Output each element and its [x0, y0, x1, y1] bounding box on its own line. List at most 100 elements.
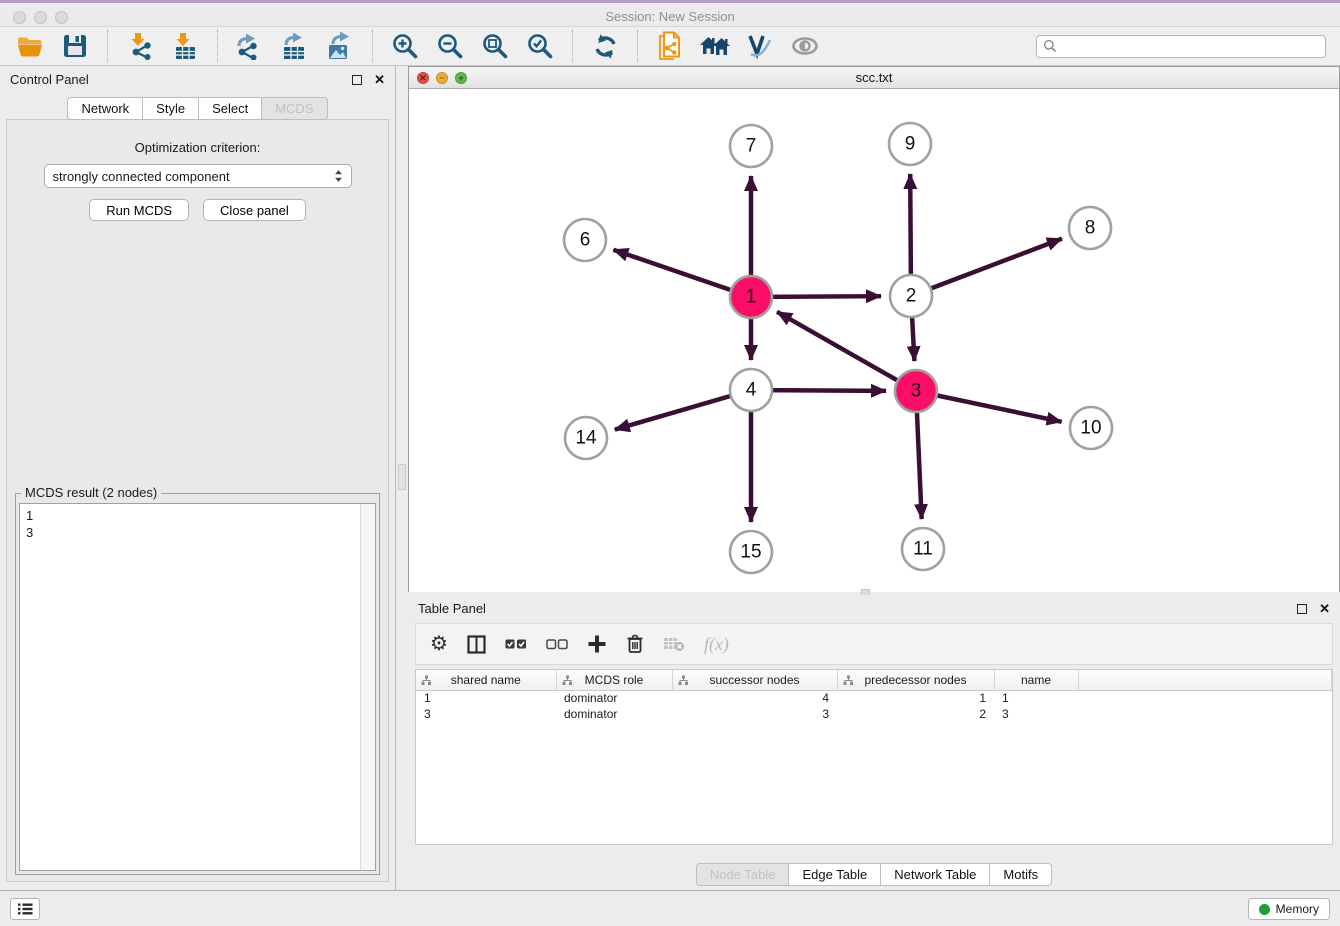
column-header-shared-name[interactable]: shared name	[416, 670, 556, 690]
export-table-icon[interactable]	[277, 30, 313, 62]
float-panel-icon[interactable]	[352, 75, 362, 85]
vertical-splitter[interactable]	[397, 66, 408, 890]
table-cell[interactable]: 1	[837, 690, 994, 706]
export-network-icon[interactable]	[232, 30, 268, 62]
toolbar-separator	[572, 30, 573, 62]
status-bar: Memory	[0, 890, 1340, 926]
column-header-label: MCDS role	[585, 673, 644, 687]
table-tab-motifs[interactable]: Motifs	[990, 863, 1052, 886]
search-input[interactable]	[1061, 39, 1319, 53]
sort-tree-icon	[678, 675, 689, 689]
table-cell[interactable]: 3	[994, 706, 1078, 722]
tab-network[interactable]: Network	[67, 97, 143, 120]
toolbar-separator	[637, 30, 638, 62]
table-header-row: shared name MCDS role successor nodes prede…	[416, 670, 1332, 690]
result-line: 1	[26, 507, 369, 524]
column-header-MCDS-role[interactable]: MCDS role	[556, 670, 672, 690]
control-panel-tabs: NetworkStyleSelectMCDS	[0, 97, 395, 120]
show-hide-icon[interactable]	[787, 30, 823, 62]
mcds-result-area[interactable]: 13	[19, 503, 376, 871]
mcds-panel: Optimization criterion: strongly connect…	[6, 119, 389, 882]
column-header-label: predecessor nodes	[864, 673, 966, 687]
network-graph[interactable]: 7968124314101511	[409, 89, 1339, 592]
table-toolbar: ⚙ f(x)	[415, 623, 1333, 665]
criterion-dropdown-value: strongly connected component	[53, 169, 334, 184]
graph-node-label: 10	[1080, 418, 1101, 439]
table-panel: Table Panel ✕ ⚙ f(x) shared nameMCDS ro	[408, 595, 1340, 890]
open-session-icon[interactable]	[12, 30, 48, 62]
export-image-icon[interactable]	[322, 30, 358, 62]
graph-edge-3-10[interactable]	[916, 391, 1062, 422]
table-tab-edge-table[interactable]: Edge Table	[789, 863, 881, 886]
sort-tree-icon	[562, 675, 573, 689]
vizmapper-icon[interactable]	[742, 30, 778, 62]
table-tabs: Node TableEdge TableNetwork TableMotifs	[408, 863, 1340, 886]
gear-icon[interactable]: ⚙	[430, 629, 448, 659]
network-view-titlebar[interactable]: ✕ − + scc.txt	[409, 67, 1339, 89]
table-row[interactable]: 1dominator411	[416, 690, 1332, 706]
deselect-all-icon[interactable]	[546, 629, 568, 659]
table-tab-node-table[interactable]: Node Table	[696, 863, 790, 886]
column-header-predecessor-nodes[interactable]: predecessor nodes	[837, 670, 994, 690]
control-panel-title: Control Panel	[10, 72, 352, 87]
table-cell[interactable]: 2	[837, 706, 994, 722]
home-icon[interactable]	[697, 30, 733, 62]
table-cell[interactable]: 4	[672, 690, 837, 706]
add-icon[interactable]	[587, 629, 607, 659]
tab-style[interactable]: Style	[143, 97, 199, 120]
zoom-selected-icon[interactable]	[522, 30, 558, 62]
memory-button[interactable]: Memory	[1248, 898, 1330, 920]
graph-node-label: 3	[911, 381, 922, 402]
table-cell[interactable]: 3	[672, 706, 837, 722]
table-cell[interactable]: dominator	[556, 706, 672, 722]
graph-node-label: 4	[746, 380, 757, 401]
window-title: Session: New Session	[0, 9, 1340, 24]
sort-tree-icon	[843, 675, 854, 689]
graph-edge-2-8[interactable]	[911, 239, 1062, 296]
mcds-result-groupbox: MCDS result (2 nodes) 13	[15, 493, 380, 875]
graph-node-label: 15	[740, 542, 761, 563]
network-view-title: scc.txt	[409, 70, 1339, 85]
close-table-panel-icon[interactable]: ✕	[1319, 604, 1330, 614]
table-cell[interactable]: 1	[994, 690, 1078, 706]
graph-node-label: 14	[575, 428, 597, 449]
criterion-dropdown[interactable]: strongly connected component	[44, 164, 352, 188]
close-panel-icon[interactable]: ✕	[374, 75, 385, 85]
run-mcds-button[interactable]: Run MCDS	[89, 199, 189, 221]
close-panel-button[interactable]: Close panel	[203, 199, 306, 221]
table-tab-network-table[interactable]: Network Table	[881, 863, 990, 886]
column-header-successor-nodes[interactable]: successor nodes	[672, 670, 837, 690]
node-table: shared name MCDS role successor nodes prede…	[415, 669, 1333, 845]
new-network-from-selection-icon[interactable]	[652, 30, 688, 62]
result-scrollbar[interactable]	[360, 504, 375, 870]
column-header-name[interactable]: name	[994, 670, 1078, 690]
table-row[interactable]: 3dominator323	[416, 706, 1332, 722]
zoom-out-icon[interactable]	[432, 30, 468, 62]
graph-node-label: 9	[905, 134, 916, 155]
import-table-icon[interactable]	[167, 30, 203, 62]
select-all-icon[interactable]	[505, 629, 527, 659]
zoom-fit-icon[interactable]	[477, 30, 513, 62]
tab-mcds[interactable]: MCDS	[262, 97, 327, 120]
graph-node-label: 1	[746, 287, 757, 308]
toolbar-separator	[107, 30, 108, 62]
table-cell[interactable]: dominator	[556, 690, 672, 706]
zoom-in-icon[interactable]	[387, 30, 423, 62]
table-cell[interactable]: 3	[416, 706, 556, 722]
tab-select[interactable]: Select	[199, 97, 262, 120]
graph-edge-3-1[interactable]	[777, 312, 916, 391]
search-field[interactable]	[1036, 35, 1326, 58]
graph-node-label: 2	[906, 286, 917, 307]
import-network-icon[interactable]	[122, 30, 158, 62]
table-cell[interactable]: 1	[416, 690, 556, 706]
float-table-panel-icon[interactable]	[1297, 604, 1307, 614]
graph-node-label: 7	[746, 136, 757, 157]
toolbar-separator	[372, 30, 373, 62]
columns-icon[interactable]	[467, 629, 486, 659]
refresh-icon[interactable]	[587, 30, 623, 62]
save-session-icon[interactable]	[57, 30, 93, 62]
task-history-icon[interactable]	[10, 898, 40, 920]
delete-icon[interactable]	[626, 629, 644, 659]
splitter-grip[interactable]	[398, 464, 406, 490]
column-header-label: shared name	[451, 673, 521, 687]
